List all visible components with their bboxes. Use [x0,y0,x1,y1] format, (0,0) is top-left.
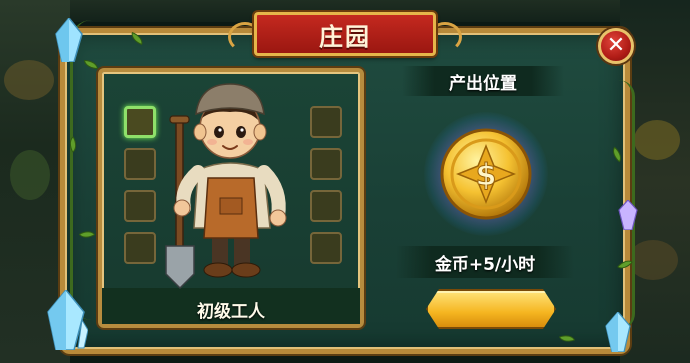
close-x-icon: ✕ [606,33,626,58]
close-button[interactable]: ✕ [598,28,634,64]
worker-slot[interactable] [124,148,156,180]
reward-text: 金币+5/小时 [434,254,536,275]
window-title: 庄园 [319,22,371,51]
worker-slot[interactable] [310,106,342,138]
reward-bar: 金币+5/小时 [396,246,574,278]
worker-slot[interactable] [310,148,342,180]
crystal-icon [55,18,83,62]
worker-name: 初级工人 [197,302,265,322]
worker-slot[interactable] [310,190,342,222]
worker-slot[interactable] [310,232,342,264]
worker-slot[interactable] [124,190,156,222]
crystal-icon [47,290,88,350]
crystal-icon [605,312,631,352]
worker-slot[interactable] [124,232,156,264]
background-foliage [628,240,678,280]
svg-text:$: $ [476,158,497,193]
output-label: 产出位置 [449,73,517,94]
background-foliage [4,60,54,100]
title-ribbon: 庄园 [254,12,436,56]
background-foliage [634,120,680,160]
worker-character-icon [165,83,287,290]
action-button[interactable] [426,289,556,329]
background-foliage [10,150,50,200]
worker-slot[interactable] [124,106,156,138]
output-label-bar: 产出位置 [402,66,564,96]
crystal-icon [618,200,638,230]
gold-coin-icon[interactable]: $ [436,124,536,224]
